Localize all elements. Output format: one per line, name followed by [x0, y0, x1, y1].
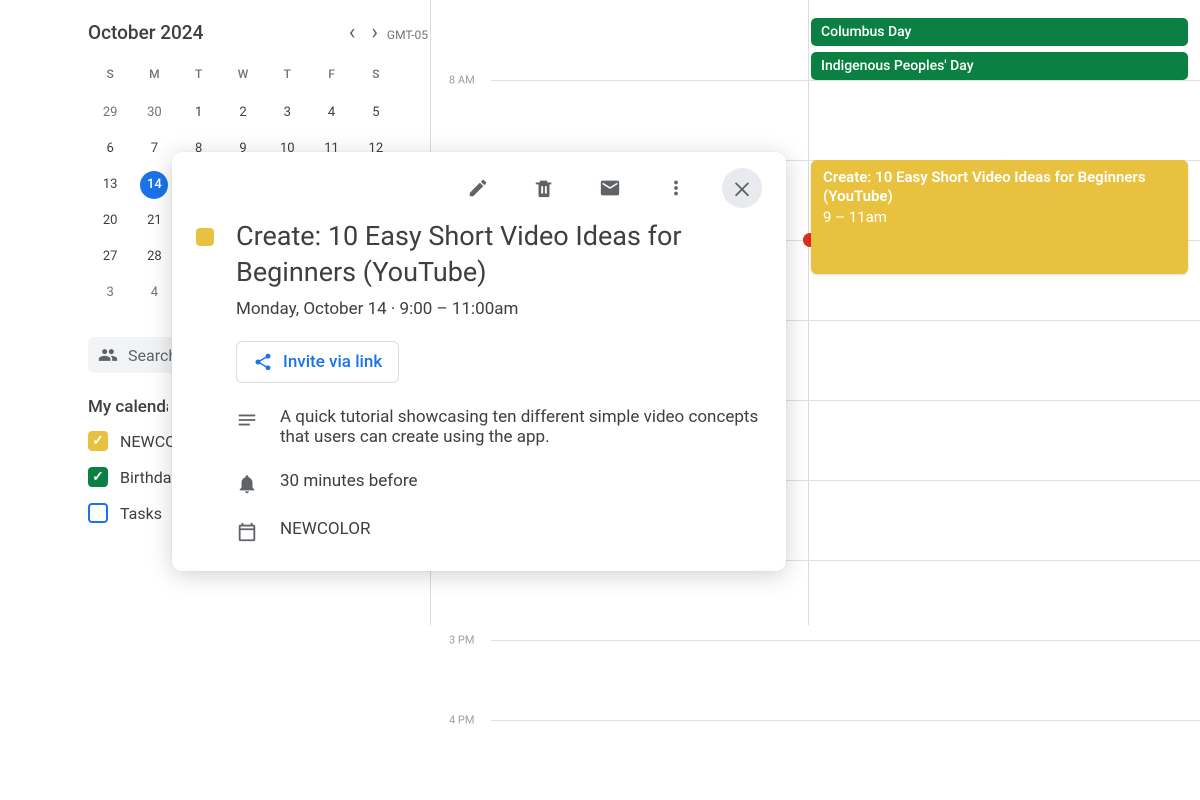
mini-day[interactable]: 21 — [140, 207, 168, 235]
calendar-icon — [236, 521, 258, 543]
dow: F — [309, 63, 353, 85]
invite-via-link-button[interactable]: Invite via link — [236, 341, 399, 383]
invite-label: Invite via link — [283, 352, 382, 372]
mini-day[interactable]: 30 — [140, 99, 168, 127]
calendar-checkbox[interactable] — [88, 503, 108, 523]
hour-slot[interactable] — [491, 720, 1200, 800]
popup-calendar-name: NEWCOLOR — [280, 519, 370, 539]
mini-day[interactable]: 3 — [273, 99, 301, 127]
mini-day[interactable]: 28 — [140, 243, 168, 271]
dow: S — [354, 63, 398, 85]
popup-description: A quick tutorial showcasing ten differen… — [280, 407, 762, 447]
mini-day[interactable]: 4 — [318, 99, 346, 127]
edit-icon[interactable] — [458, 168, 498, 208]
popup-reminder: 30 minutes before — [280, 471, 417, 491]
allday-event[interactable]: Columbus Day — [811, 18, 1188, 46]
close-icon[interactable] — [722, 168, 762, 208]
dow: T — [265, 63, 309, 85]
mini-day[interactable]: 14 — [140, 171, 168, 199]
event-popup: Create: 10 Easy Short Video Ideas for Be… — [172, 152, 786, 571]
mini-day[interactable]: 6 — [96, 135, 124, 163]
email-icon[interactable] — [590, 168, 630, 208]
mini-day[interactable]: 13 — [96, 171, 124, 199]
hour-slot[interactable] — [491, 640, 1200, 720]
mini-day[interactable]: 3 — [96, 279, 124, 307]
event-title: Create: 10 Easy Short Video Ideas for Be… — [823, 168, 1176, 206]
calendar-checkbox[interactable] — [88, 431, 108, 451]
hour-label: 8 AM — [449, 74, 475, 87]
timezone-label: GMT-05 — [387, 28, 428, 42]
people-icon — [98, 345, 118, 365]
hour-slot[interactable] — [491, 80, 1200, 160]
mini-calendar-title: October 2024 — [88, 21, 349, 44]
calendar-checkbox[interactable] — [88, 467, 108, 487]
hour-slot[interactable] — [491, 560, 1200, 640]
description-icon — [236, 409, 258, 431]
mini-day[interactable]: 29 — [96, 99, 124, 127]
mini-day[interactable]: 5 — [362, 99, 390, 127]
mini-day[interactable]: 2 — [229, 99, 257, 127]
dow: W — [221, 63, 265, 85]
popup-event-title: Create: 10 Easy Short Video Ideas for Be… — [236, 218, 762, 291]
share-icon — [253, 352, 273, 372]
bell-icon — [236, 473, 258, 495]
allday-event[interactable]: Indigenous Peoples' Day — [811, 52, 1188, 80]
mini-day[interactable]: 20 — [96, 207, 124, 235]
event-time: 9 – 11am — [823, 208, 1176, 226]
options-icon[interactable] — [656, 168, 696, 208]
mini-day[interactable]: 1 — [185, 99, 213, 127]
dow: S — [88, 63, 132, 85]
dow: M — [132, 63, 176, 85]
prev-month-icon[interactable]: ‹ — [349, 20, 356, 45]
hour-label: 3 PM — [449, 634, 474, 647]
mini-day[interactable]: 7 — [140, 135, 168, 163]
delete-icon[interactable] — [524, 168, 564, 208]
calendar-event[interactable]: Create: 10 Easy Short Video Ideas for Be… — [811, 160, 1188, 274]
popup-event-datetime: Monday, October 14 · 9:00 – 11:00am — [236, 299, 762, 319]
my-calendars-label: My calendars — [88, 397, 168, 417]
hour-label: 4 PM — [449, 714, 474, 727]
mini-day[interactable]: 4 — [140, 279, 168, 307]
dow: T — [177, 63, 221, 85]
mini-day[interactable]: 27 — [96, 243, 124, 271]
next-month-icon[interactable]: › — [371, 20, 378, 45]
event-color-dot — [196, 228, 214, 246]
